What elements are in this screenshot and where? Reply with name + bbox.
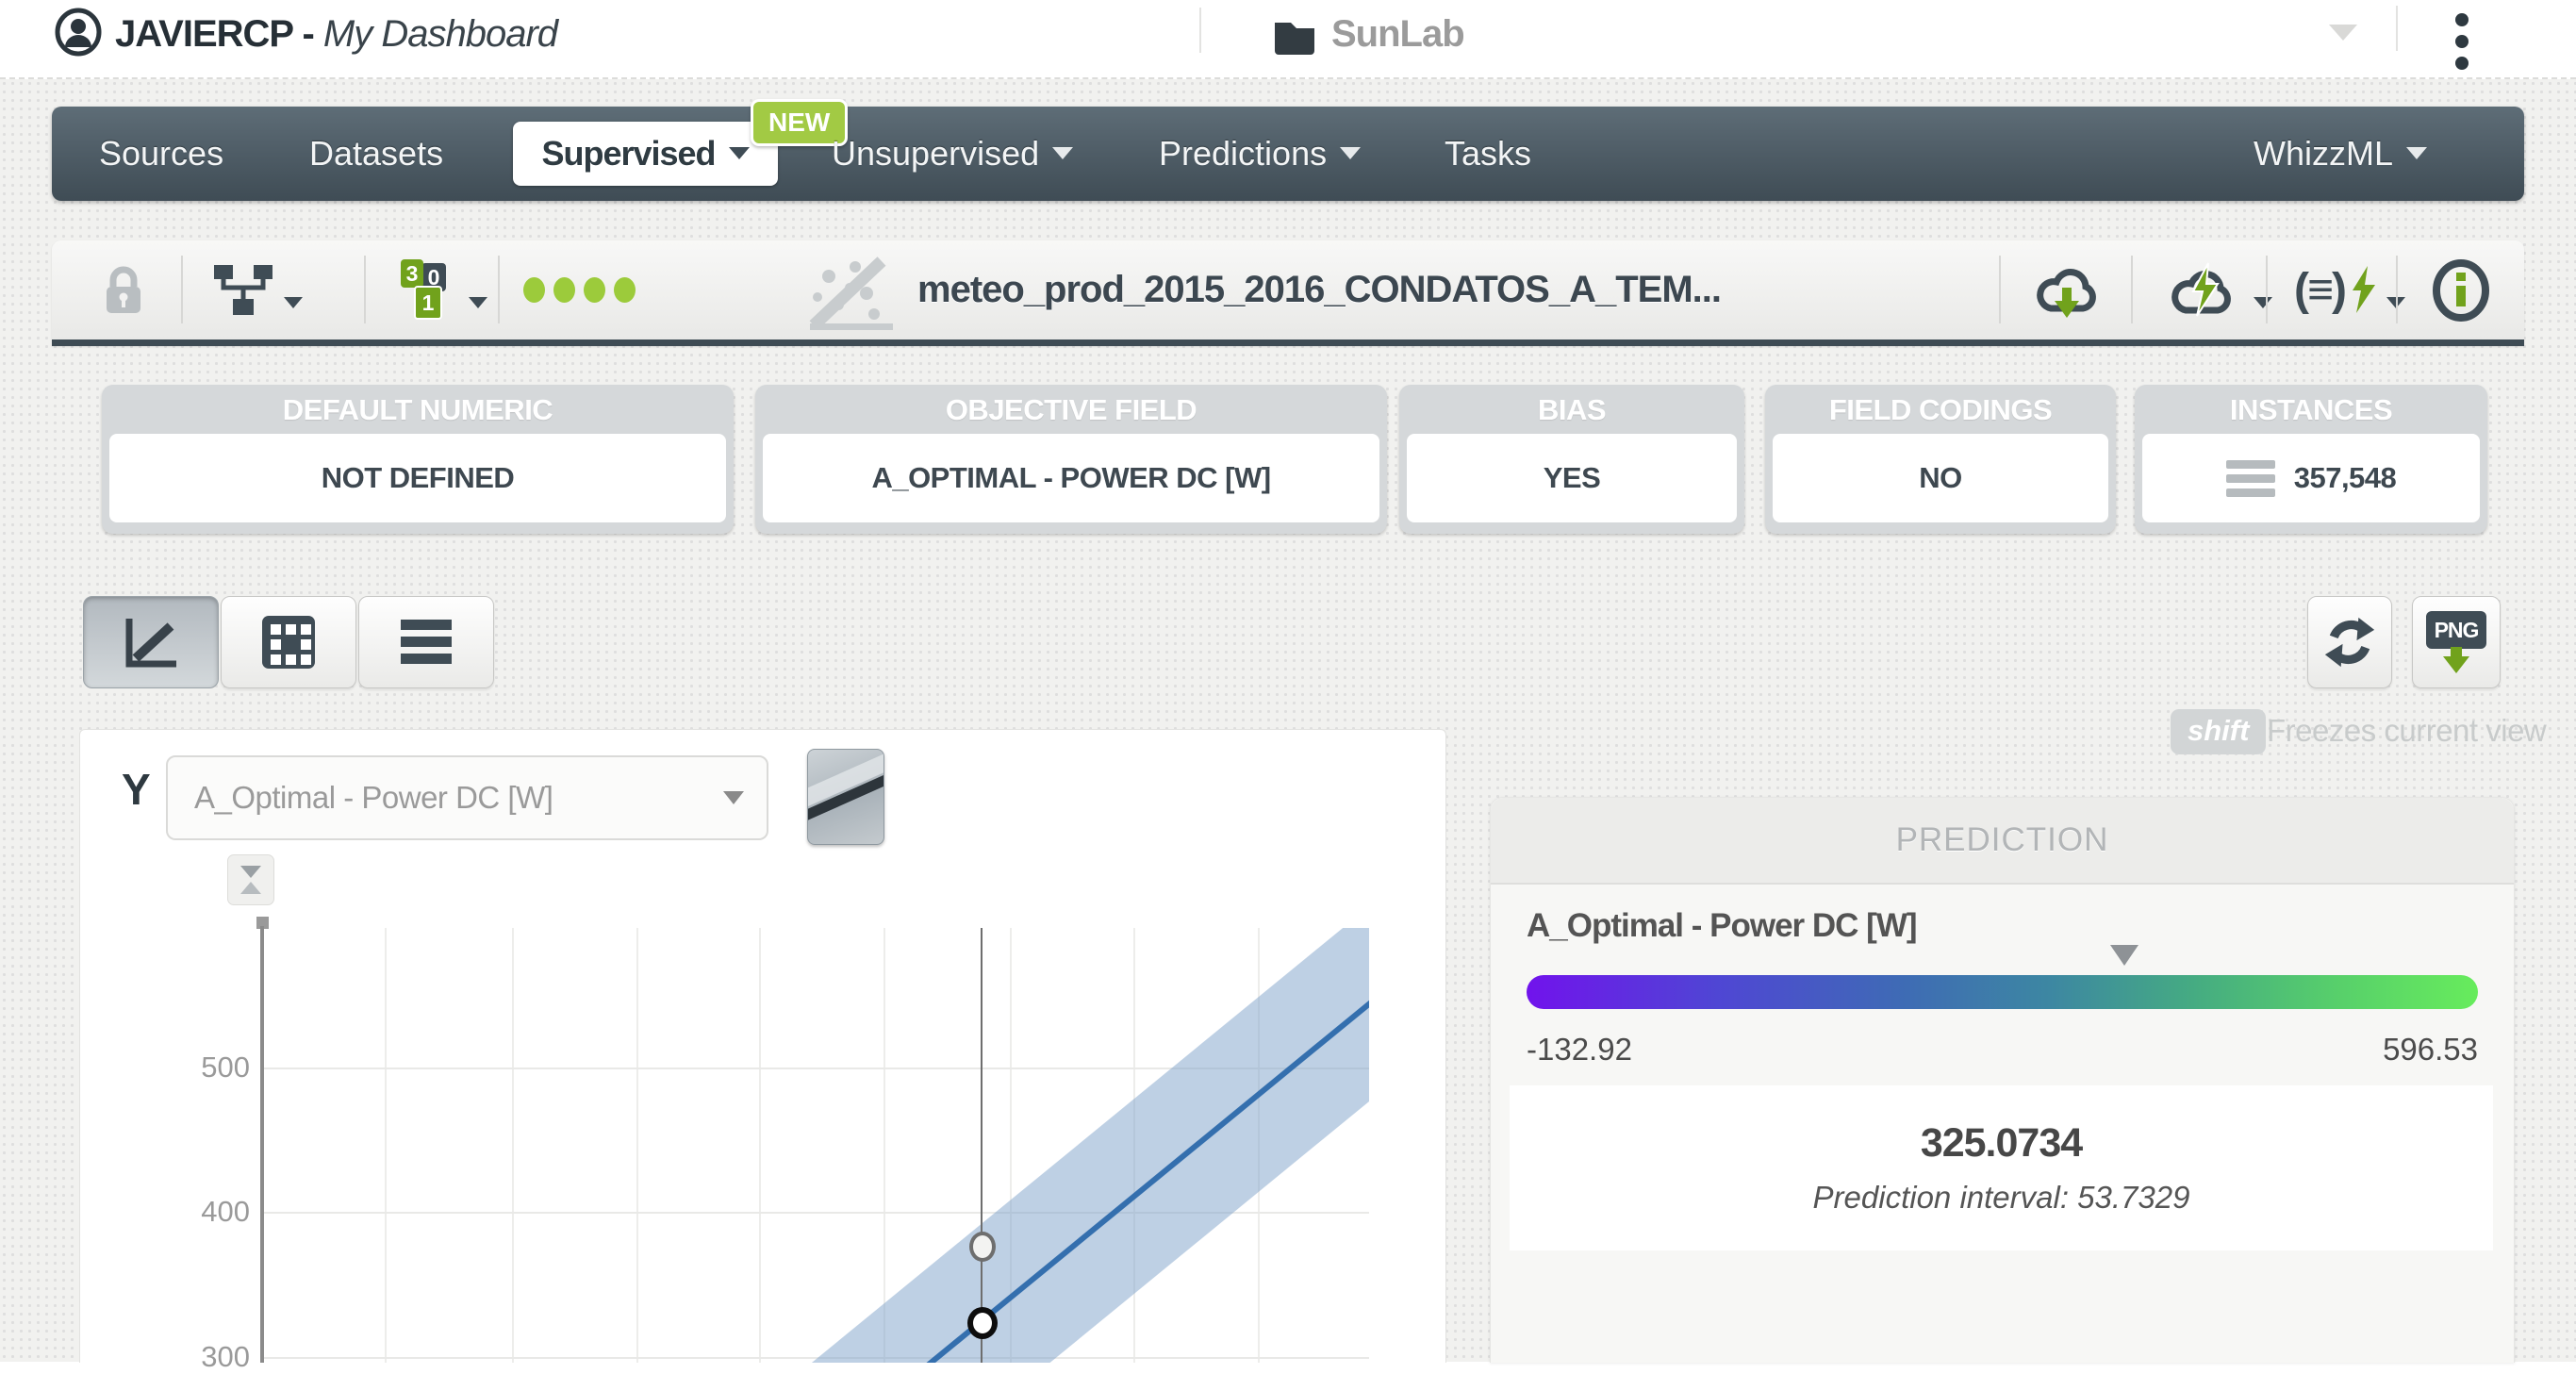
nav-supervised[interactable]: Supervised: [513, 122, 778, 186]
avatar[interactable]: [55, 8, 102, 57]
title-separator: -: [292, 13, 323, 55]
y-tick-400: 400: [146, 1195, 250, 1229]
card-value: NOT DEFINED: [322, 461, 515, 495]
rows-icon: [2226, 460, 2275, 497]
caret-down-icon: [284, 297, 303, 308]
y-axis-label: Y: [122, 764, 151, 815]
card-value: 357,548: [2294, 461, 2397, 495]
scatter-plot-area[interactable]: [264, 928, 1369, 1363]
shift-hint-text: Freezes current view: [2267, 713, 2546, 749]
view-toggle-table[interactable]: [221, 596, 356, 688]
card-label: FIELD CODINGS: [1765, 385, 2116, 434]
username: JAVIERCP: [115, 13, 292, 55]
field-codings-icon[interactable]: 0 3 1: [399, 240, 487, 339]
nav-predictions[interactable]: Predictions: [1159, 107, 1361, 201]
prediction-value: 325.0734: [1921, 1120, 2082, 1167]
card-field-codings: FIELD CODINGS NO: [1765, 385, 2116, 534]
workspace-name: My Dashboard: [323, 13, 557, 55]
prediction-interval: Prediction interval: 53.7329: [1813, 1180, 2190, 1216]
card-label: DEFAULT NUMERIC: [102, 385, 734, 434]
prediction-panel: PREDICTION A_Optimal - Power DC [W] -132…: [1490, 797, 2515, 1363]
status-dots-icon: [523, 277, 636, 303]
evaluate-icon[interactable]: (≡): [2294, 240, 2405, 339]
card-label: OBJECTIVE FIELD: [755, 385, 1387, 434]
caret-down-icon: [2406, 147, 2427, 159]
prediction-marker-icon[interactable]: [2110, 945, 2138, 966]
y-tick-300: 300: [146, 1340, 250, 1374]
batch-prediction-icon[interactable]: [2167, 240, 2272, 339]
collapse-fields-button[interactable]: [227, 854, 274, 905]
user-icon: [55, 8, 102, 57]
y-field-value: A_Optimal - Power DC [W]: [194, 780, 553, 816]
caret-down-icon: [723, 791, 744, 804]
interval-marker[interactable]: [969, 1232, 996, 1262]
range-min: -132.92: [1527, 1032, 1632, 1068]
list-icon: [399, 618, 454, 667]
slope-view-button[interactable]: [807, 749, 884, 845]
card-objective-field: OBJECTIVE FIELD A_OPTIMAL - POWER DC [W]: [755, 385, 1387, 534]
nav-sources[interactable]: Sources: [99, 107, 223, 201]
caret-down-icon: [729, 147, 750, 159]
caret-down-icon: [469, 297, 487, 308]
line-chart-icon: [122, 615, 180, 670]
card-label: INSTANCES: [2135, 385, 2487, 434]
nav-tasks[interactable]: Tasks: [1445, 107, 1531, 201]
refresh-icon: [2323, 616, 2376, 669]
shift-key-badge: shift: [2171, 709, 2266, 754]
nav-unsupervised[interactable]: Unsupervised: [832, 107, 1073, 201]
header-separator: [0, 77, 2576, 79]
header-divider: [1199, 8, 1201, 53]
confidence-band: [264, 928, 1369, 1363]
collapse-icon: [240, 866, 261, 878]
header-divider-right: [2396, 6, 2398, 51]
crosshair-line: [981, 928, 983, 1363]
nav-whizzml[interactable]: WhizzML: [2254, 107, 2427, 201]
y-field-select[interactable]: A_Optimal - Power DC [W]: [166, 755, 768, 840]
model-tree-icon[interactable]: [210, 240, 303, 339]
kebab-menu-icon[interactable]: [2455, 13, 2469, 70]
download-model-icon[interactable]: [2032, 240, 2102, 339]
view-toggle-chart[interactable]: [83, 596, 219, 688]
lock-icon[interactable]: [97, 240, 150, 339]
card-value: NO: [1919, 461, 1962, 495]
card-value: A_OPTIMAL - POWER DC [W]: [871, 461, 1270, 495]
main-nav: Sources Datasets Supervised NEW Unsuperv…: [52, 107, 2524, 201]
caret-down-icon: [1340, 147, 1361, 159]
view-toggle-list[interactable]: [358, 596, 494, 688]
nav-datasets[interactable]: Datasets: [309, 107, 443, 201]
info-icon[interactable]: [2432, 240, 2490, 339]
chart-panel: Y A_Optimal - Power DC [W] 500 400 300: [79, 729, 1446, 1363]
linear-regression-icon: [806, 248, 893, 333]
card-default-numeric: DEFAULT NUMERIC NOT DEFINED: [102, 385, 734, 534]
card-value: YES: [1544, 461, 1601, 495]
export-png-button[interactable]: PNG: [2412, 596, 2501, 688]
page-title: JAVIERCP - My Dashboard: [115, 13, 557, 56]
caret-down-icon: [1052, 147, 1073, 159]
card-bias: BIAS YES: [1399, 385, 1744, 534]
prediction-result-box: 325.0734 Prediction interval: 53.7329: [1510, 1085, 2493, 1250]
card-label: BIAS: [1399, 385, 1744, 434]
caret-down-icon: [2254, 297, 2272, 308]
prediction-gradient-bar[interactable]: [1527, 975, 2478, 1009]
prediction-field-name: A_Optimal - Power DC [W]: [1527, 907, 1917, 945]
project-caret-icon[interactable]: [2329, 25, 2357, 41]
refresh-button[interactable]: [2307, 596, 2392, 688]
project-name[interactable]: SunLab: [1331, 13, 1464, 56]
resource-toolbar: 0 3 1 meteo_prod_2015_2016_CONDATOS_A_TE…: [52, 240, 2524, 346]
y-tick-500: 500: [146, 1051, 250, 1084]
resource-title[interactable]: meteo_prod_2015_2016_CONDATOS_A_TEM...: [917, 269, 1721, 311]
card-instances: INSTANCES 357,548: [2135, 385, 2487, 534]
prediction-marker[interactable]: [967, 1307, 998, 1339]
range-max: 596.53: [2383, 1032, 2478, 1068]
folder-icon: [1273, 17, 1316, 55]
png-icon: PNG: [2426, 611, 2486, 673]
grid-icon: [261, 615, 316, 670]
prediction-panel-title: PREDICTION: [1491, 798, 2514, 885]
